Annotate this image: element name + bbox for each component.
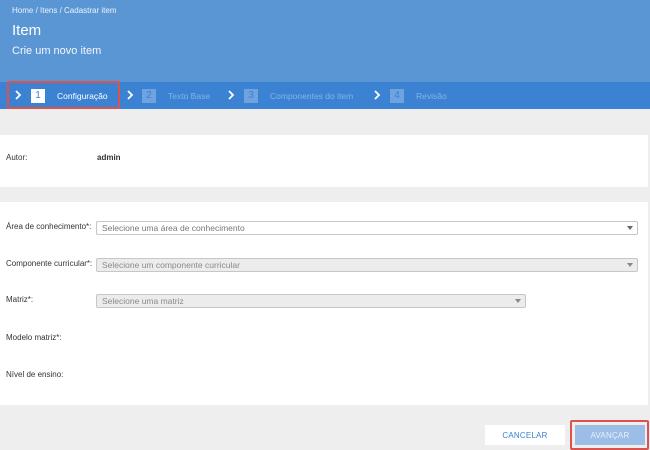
step-label: Texto Base <box>168 90 211 101</box>
step-componentes[interactable]: 3 Componentes do item <box>244 82 353 109</box>
area-select[interactable]: Selecione uma área de conhecimento <box>96 221 638 235</box>
step-label: Revisão <box>416 90 447 101</box>
matriz-label: Matriz*: <box>6 295 34 304</box>
chevron-right-icon <box>374 90 381 100</box>
next-button-highlight <box>570 420 649 450</box>
componente-label: Componente curricular*: <box>6 259 93 268</box>
author-value: admin <box>97 153 121 162</box>
page-subtitle: Crie um novo item <box>12 45 102 57</box>
caret-down-icon <box>627 226 633 230</box>
nivel-label: Nível de ensino: <box>6 370 64 379</box>
area-select-placeholder: Selecione uma área de conhecimento <box>102 223 245 233</box>
author-card: Autor: admin <box>0 135 648 187</box>
breadcrumb[interactable]: Home / Itens / Cadastrar item <box>12 6 116 15</box>
area-label: Área de conhecimento*: <box>6 222 92 231</box>
chevron-right-icon <box>127 90 134 100</box>
cancel-button[interactable]: CANCELAR <box>485 425 565 445</box>
matriz-select[interactable]: Selecione uma matriz <box>96 294 526 308</box>
step-label: Componentes do item <box>270 90 354 101</box>
caret-down-icon <box>627 263 633 267</box>
chevron-right-icon <box>228 90 235 100</box>
step-number: 4 <box>390 88 404 103</box>
form-card: Área de conhecimento*: Selecione uma áre… <box>0 202 648 405</box>
step-number: 2 <box>142 88 156 103</box>
componente-select[interactable]: Selecione um componente curricular <box>96 258 638 272</box>
active-step-highlight <box>7 81 120 109</box>
step-texto-base[interactable]: 2 Texto Base <box>142 82 210 109</box>
matriz-select-placeholder: Selecione uma matriz <box>102 296 184 306</box>
step-number: 3 <box>244 88 258 103</box>
step-revisao[interactable]: 4 Revisão <box>390 82 447 109</box>
componente-select-placeholder: Selecione um componente curricular <box>102 260 240 270</box>
page-title: Item <box>12 22 42 39</box>
author-label: Autor: <box>6 153 28 162</box>
caret-down-icon <box>515 299 521 303</box>
page-header: Home / Itens / Cadastrar item Item Crie … <box>0 0 650 82</box>
modelo-label: Modelo matriz*: <box>6 333 62 342</box>
